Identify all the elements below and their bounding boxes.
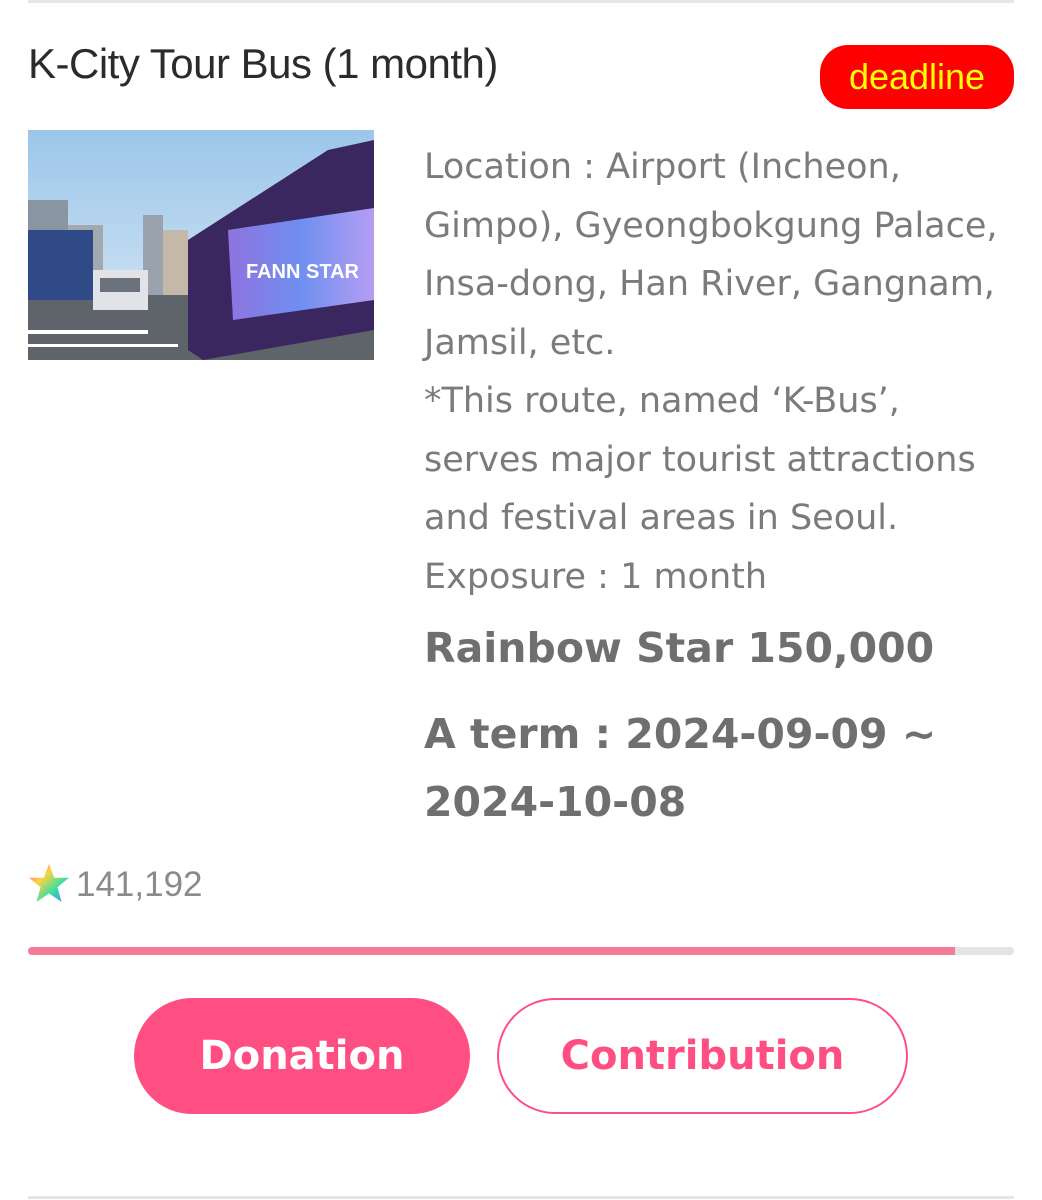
exposure-text: Exposure : 1 month	[424, 556, 768, 597]
funding-progress-bar	[28, 947, 1014, 955]
bottom-divider	[28, 1196, 1014, 1199]
image-brand-text: FANN STAR	[246, 261, 360, 283]
deadline-badge: deadline	[820, 45, 1014, 109]
funding-progress-fill	[28, 947, 955, 955]
contribution-button[interactable]: Contribution	[497, 998, 908, 1114]
location-text: Location : Airport (Incheon, Gimpo), Gye…	[424, 147, 998, 363]
rainbow-star-icon	[28, 862, 70, 908]
top-divider	[28, 0, 1014, 3]
item-description: Location : Airport (Incheon, Gimpo), Gye…	[424, 138, 1024, 606]
term-text: A term : 2024-09-09 ~ 2024-10-08	[424, 710, 937, 826]
donation-button[interactable]: Donation	[134, 998, 470, 1114]
item-title: K-City Tour Bus (1 month)	[28, 40, 498, 87]
star-count-row: 141,192	[28, 862, 203, 908]
item-image[interactable]: FANN STAR	[28, 130, 374, 360]
route-note-text: *This route, named ‘K-Bus’, serves major…	[424, 381, 976, 538]
star-count: 141,192	[76, 865, 203, 904]
price-text: Rainbow Star 150,000	[424, 624, 935, 672]
